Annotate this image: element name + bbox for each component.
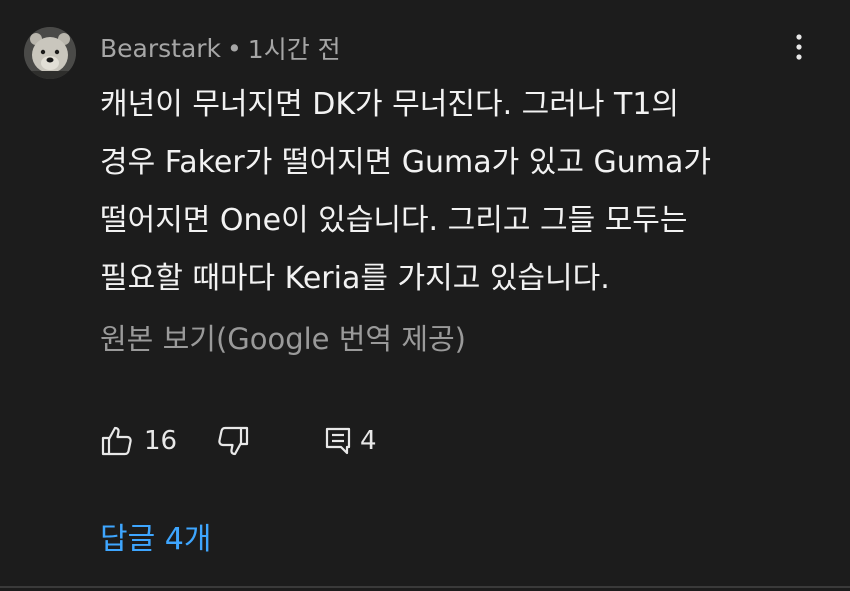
divider bbox=[0, 586, 850, 588]
comment-text-line: 떨어지면 One이 있습니다. 그리고 그들 모두는 bbox=[100, 203, 688, 238]
thumb-up-icon bbox=[101, 426, 132, 456]
comment-header: Bearstark • 1시간 전 bbox=[100, 30, 341, 66]
comment-icon bbox=[325, 427, 351, 455]
like-count: 16 bbox=[144, 426, 178, 456]
comment-text: 캐년이 무너지면 DK가 무너진다. 그러나 T1의 경우 Faker가 떨어지… bbox=[100, 76, 800, 308]
more-options-button[interactable] bbox=[784, 30, 814, 64]
comment-text-line: 경우 Faker가 떨어지면 Guma가 있고 Guma가 bbox=[100, 145, 711, 180]
author-name[interactable]: Bearstark bbox=[100, 34, 221, 63]
timestamp[interactable]: 1시간 전 bbox=[248, 30, 341, 66]
meta-separator: • bbox=[227, 33, 242, 63]
reply-count: 4 bbox=[360, 426, 377, 456]
view-original-link[interactable]: 원본 보기(Google 번역 제공) bbox=[100, 316, 466, 358]
dislike-button[interactable] bbox=[216, 424, 250, 458]
like-button[interactable] bbox=[100, 424, 134, 458]
comment-actions: 16 4 bbox=[100, 420, 500, 460]
thumb-down-icon bbox=[218, 426, 249, 456]
comment-text-line: 필요할 때마다 Keria를 가지고 있습니다. bbox=[100, 261, 610, 296]
comment-text-line: 캐년이 무너지면 DK가 무너진다. 그러나 T1의 bbox=[100, 87, 680, 122]
polar-bear-avatar-icon bbox=[24, 27, 76, 79]
view-replies-link[interactable]: 답글 4개 bbox=[100, 514, 211, 558]
more-vertical-icon bbox=[796, 34, 802, 60]
avatar[interactable] bbox=[24, 27, 76, 79]
comment-card: Bearstark • 1시간 전 캐년이 무너지면 DK가 무너진다. 그러나… bbox=[0, 0, 850, 591]
reply-button[interactable] bbox=[324, 426, 352, 456]
